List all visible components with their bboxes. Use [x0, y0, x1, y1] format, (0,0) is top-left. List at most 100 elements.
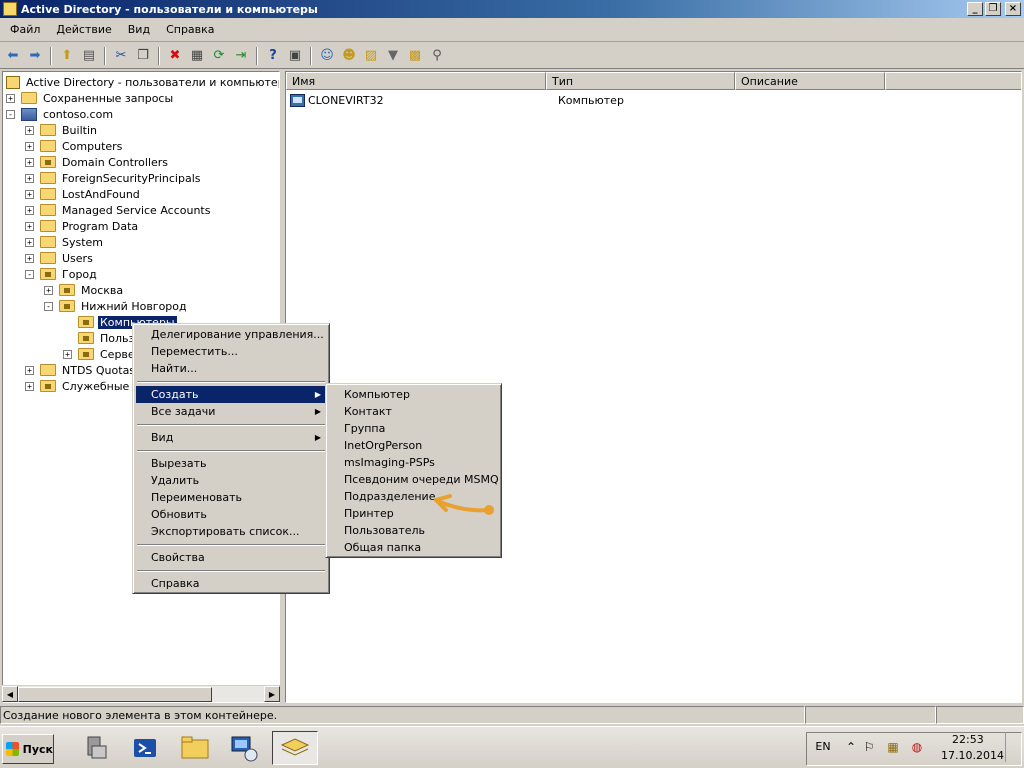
expand-icon[interactable]: + — [6, 93, 15, 103]
restore-button[interactable]: ❐ — [985, 2, 1001, 16]
export-list-icon[interactable]: ⇥ — [231, 46, 251, 66]
list-row[interactable]: CLONEVIRT32 Компьютер — [286, 92, 740, 109]
tree-item[interactable]: + System — [25, 234, 105, 250]
column-description[interactable]: Описание — [735, 72, 885, 90]
menu-create[interactable]: Создать ▶ — [136, 386, 326, 403]
menu-delegate-control[interactable]: Делегирование управления... — [136, 326, 326, 343]
tree-item[interactable]: + Domain Controllers — [25, 154, 170, 170]
expand-icon[interactable]: + — [25, 125, 34, 135]
tree-item[interactable]: + Managed Service Accounts — [25, 202, 212, 218]
tree-item[interactable]: + Сохраненные запросы — [6, 90, 175, 106]
expand-icon[interactable]: + — [25, 157, 34, 167]
expand-icon[interactable]: + — [25, 173, 34, 183]
expand-icon[interactable]: + — [25, 189, 34, 199]
create-inetorgperson[interactable]: InetOrgPerson — [329, 437, 498, 454]
new-group-icon[interactable]: ☻ — [339, 46, 359, 66]
expand-icon[interactable]: + — [25, 381, 34, 391]
tree-item[interactable]: Польз — [63, 330, 136, 346]
column-type[interactable]: Тип — [546, 72, 735, 90]
menu-all-tasks[interactable]: Все задачи ▶ — [136, 403, 326, 420]
tree-item[interactable]: + Служебные — [25, 378, 131, 394]
menu-view-sub[interactable]: Вид ▶ — [136, 429, 326, 446]
tree-item[interactable]: + Builtin — [25, 122, 99, 138]
refresh-icon[interactable]: ⟳ — [209, 46, 229, 66]
create-computer[interactable]: Компьютер — [329, 386, 498, 403]
show-console-tree-icon[interactable]: ▤ — [79, 46, 99, 66]
scroll-right-button[interactable]: ▶ — [264, 686, 280, 702]
menu-rename[interactable]: Переименовать — [136, 489, 326, 506]
mmc-view-icon[interactable]: ▣ — [285, 46, 305, 66]
menu-delete[interactable]: Удалить — [136, 472, 326, 489]
explorer-icon[interactable] — [177, 731, 213, 765]
volume-muted-icon[interactable]: ◍ — [910, 740, 924, 754]
create-contact[interactable]: Контакт — [329, 403, 498, 420]
back-arrow-icon[interactable]: ⬅ — [3, 46, 23, 66]
ad-users-computers-task-icon[interactable] — [272, 731, 318, 765]
scroll-thumb[interactable] — [18, 686, 212, 702]
clock-date[interactable]: 17.10.2014 — [941, 749, 1004, 762]
network-tray-icon[interactable]: ▦ — [886, 740, 900, 754]
cut-icon[interactable]: ✂ — [111, 46, 131, 66]
create-msmq-alias[interactable]: Псевдоним очереди MSMQ — [329, 471, 499, 488]
clock-time[interactable]: 22:53 — [952, 733, 984, 746]
expand-icon[interactable]: + — [25, 141, 34, 151]
start-button[interactable]: Пуск — [2, 734, 54, 764]
up-folder-icon[interactable]: ⬆ — [57, 46, 77, 66]
tree-item[interactable]: - contoso.com — [6, 106, 115, 122]
menu-action[interactable]: Действие — [48, 20, 119, 40]
create-user[interactable]: Пользователь — [329, 522, 498, 539]
menu-help[interactable]: Справка — [158, 20, 222, 40]
menu-view[interactable]: Вид — [120, 20, 158, 40]
server-manager-icon[interactable] — [78, 731, 114, 765]
scroll-left-button[interactable]: ◀ — [2, 686, 18, 702]
collapse-icon[interactable]: - — [25, 269, 34, 279]
menu-find[interactable]: Найти... — [136, 360, 326, 377]
tree-item[interactable]: + LostAndFound — [25, 186, 142, 202]
expand-icon[interactable]: + — [63, 349, 72, 359]
tree-item[interactable]: + Москва — [44, 282, 125, 298]
minimize-button[interactable]: _ — [967, 2, 983, 16]
add-to-group-icon[interactable]: ▩ — [405, 46, 425, 66]
language-indicator[interactable]: EN — [808, 737, 838, 757]
menu-move[interactable]: Переместить... — [136, 343, 326, 360]
powershell-icon[interactable] — [127, 731, 163, 765]
column-name[interactable]: Имя — [286, 72, 546, 90]
new-ou-icon[interactable]: ▨ — [361, 46, 381, 66]
tree-item[interactable]: - Город — [25, 266, 99, 282]
create-msimaging-psps[interactable]: msImaging-PSPs — [329, 454, 498, 471]
tree-item[interactable]: + Computers — [25, 138, 124, 154]
action-center-flag-icon[interactable]: ⚐ — [862, 740, 876, 754]
menu-cut[interactable]: Вырезать — [136, 455, 326, 472]
show-hidden-icons-icon[interactable]: ⌃ — [844, 740, 858, 754]
menu-file[interactable]: Файл — [2, 20, 48, 40]
tree-root[interactable]: Active Directory - пользователи и компью… — [6, 74, 279, 90]
tree-item[interactable]: + Program Data — [25, 218, 140, 234]
find-icon[interactable]: ⚲ — [427, 46, 447, 66]
close-button[interactable]: × — [1005, 2, 1021, 16]
forward-arrow-icon[interactable]: ➡ — [25, 46, 45, 66]
tree-item[interactable]: - Нижний Новгород — [44, 298, 189, 314]
tree-item[interactable]: + Серве — [63, 346, 137, 362]
tree-item[interactable]: + NTDS Quotas — [25, 362, 137, 378]
menu-refresh[interactable]: Обновить — [136, 506, 326, 523]
menu-help-item[interactable]: Справка — [136, 575, 326, 592]
expand-icon[interactable]: + — [25, 253, 34, 263]
collapse-icon[interactable]: - — [44, 301, 53, 311]
menu-export-list[interactable]: Экспортировать список... — [136, 523, 326, 540]
new-user-icon[interactable]: ☺ — [317, 46, 337, 66]
copy-icon[interactable]: ❐ — [133, 46, 153, 66]
create-shared-folder[interactable]: Общая папка — [329, 539, 498, 556]
tree-horizontal-scrollbar[interactable]: ◀ ▶ — [2, 685, 280, 702]
collapse-icon[interactable]: - — [6, 109, 15, 119]
menu-properties[interactable]: Свойства — [136, 549, 326, 566]
create-group[interactable]: Группа — [329, 420, 498, 437]
show-desktop-button[interactable] — [1005, 732, 1017, 762]
expand-icon[interactable]: + — [25, 365, 34, 375]
properties-icon[interactable]: ▦ — [187, 46, 207, 66]
filter-icon[interactable]: ▼ — [383, 46, 403, 66]
help-icon[interactable]: ? — [263, 46, 283, 66]
tree-item[interactable]: + ForeignSecurityPrincipals — [25, 170, 203, 186]
expand-icon[interactable]: + — [25, 237, 34, 247]
network-icon[interactable] — [226, 731, 262, 765]
tree-item[interactable]: + Users — [25, 250, 95, 266]
